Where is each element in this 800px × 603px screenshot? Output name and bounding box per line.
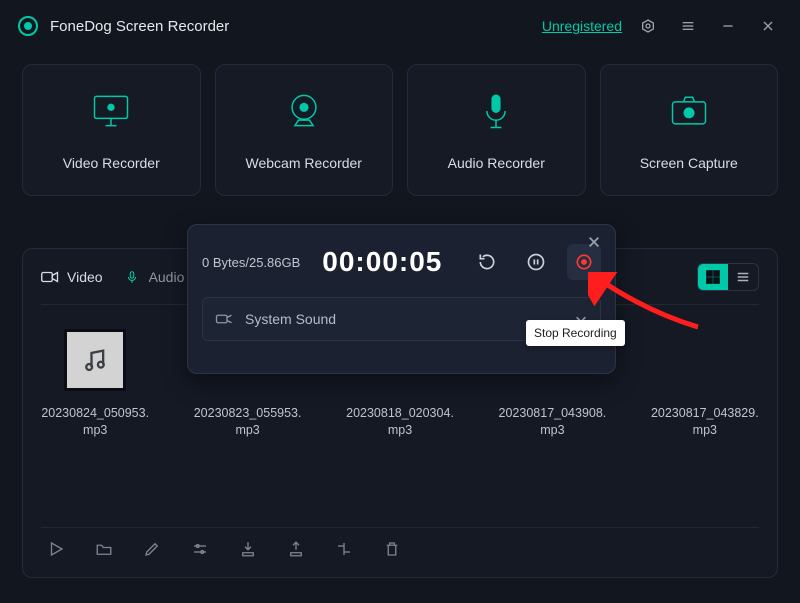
recording-size-text: 0 Bytes/25.86GB bbox=[202, 255, 300, 270]
mode-webcam-recorder[interactable]: Webcam Recorder bbox=[215, 64, 394, 196]
unregistered-link[interactable]: Unregistered bbox=[542, 18, 622, 34]
restart-button[interactable] bbox=[470, 244, 504, 280]
webcam-icon bbox=[282, 89, 326, 133]
stop-recording-tooltip: Stop Recording bbox=[526, 320, 625, 346]
minimize-icon[interactable] bbox=[714, 12, 742, 40]
mode-screen-capture[interactable]: Screen Capture bbox=[600, 64, 779, 196]
settings-icon[interactable] bbox=[634, 12, 662, 40]
file-name: 20230817_043908.mp3 bbox=[498, 405, 606, 439]
tab-label: Audio bbox=[149, 269, 185, 285]
close-icon[interactable] bbox=[754, 12, 782, 40]
list-view-button[interactable] bbox=[728, 264, 758, 290]
microphone-icon bbox=[474, 89, 518, 133]
list-item[interactable]: 20230817_043829.mp3 bbox=[651, 329, 759, 439]
file-name: 20230824_050953.mp3 bbox=[41, 405, 149, 439]
mode-label: Webcam Recorder bbox=[246, 155, 362, 171]
audio-source-label: System Sound bbox=[245, 311, 562, 327]
monitor-icon bbox=[89, 89, 133, 133]
grid-view-button[interactable] bbox=[698, 264, 728, 290]
list-item[interactable]: 20230824_050953.mp3 bbox=[41, 329, 149, 439]
edit-icon[interactable] bbox=[141, 538, 163, 560]
app-title: FoneDog Screen Recorder bbox=[50, 18, 229, 35]
camera-icon bbox=[667, 89, 711, 133]
recording-controls-row: 0 Bytes/25.86GB 00:00:05 bbox=[202, 235, 601, 289]
titlebar: FoneDog Screen Recorder Unregistered bbox=[0, 0, 800, 52]
mode-audio-recorder[interactable]: Audio Recorder bbox=[407, 64, 586, 196]
mode-label: Screen Capture bbox=[640, 155, 738, 171]
sliders-icon[interactable] bbox=[189, 538, 211, 560]
panel-close-icon[interactable] bbox=[583, 231, 605, 253]
tab-audio[interactable]: Audio bbox=[123, 269, 185, 285]
tab-label: Video bbox=[67, 269, 103, 285]
app-logo-icon bbox=[18, 16, 38, 36]
file-name: 20230817_043829.mp3 bbox=[651, 405, 759, 439]
video-icon bbox=[41, 270, 59, 284]
mode-label: Video Recorder bbox=[63, 155, 160, 171]
audio-thumb-icon bbox=[64, 329, 126, 391]
mode-label: Audio Recorder bbox=[448, 155, 545, 171]
file-name: 20230818_020304.mp3 bbox=[346, 405, 454, 439]
menu-icon[interactable] bbox=[674, 12, 702, 40]
recording-timer: 00:00:05 bbox=[322, 246, 442, 278]
trash-icon[interactable] bbox=[381, 538, 403, 560]
library-toolbar bbox=[41, 527, 759, 569]
view-toggle bbox=[697, 263, 759, 291]
pause-button[interactable] bbox=[519, 244, 553, 280]
mode-cards-row: Video Recorder Webcam Recorder Audio Rec… bbox=[0, 52, 800, 200]
convert-icon[interactable] bbox=[333, 538, 355, 560]
speaker-icon bbox=[215, 312, 233, 326]
play-icon[interactable] bbox=[45, 538, 67, 560]
folder-icon[interactable] bbox=[93, 538, 115, 560]
mode-video-recorder[interactable]: Video Recorder bbox=[22, 64, 201, 196]
file-name: 20230823_055953.mp3 bbox=[193, 405, 301, 439]
tab-video[interactable]: Video bbox=[41, 269, 103, 285]
export-icon[interactable] bbox=[285, 538, 307, 560]
recording-panel: 0 Bytes/25.86GB 00:00:05 System Sound bbox=[187, 224, 616, 374]
import-icon[interactable] bbox=[237, 538, 259, 560]
microphone-small-icon bbox=[123, 270, 141, 284]
